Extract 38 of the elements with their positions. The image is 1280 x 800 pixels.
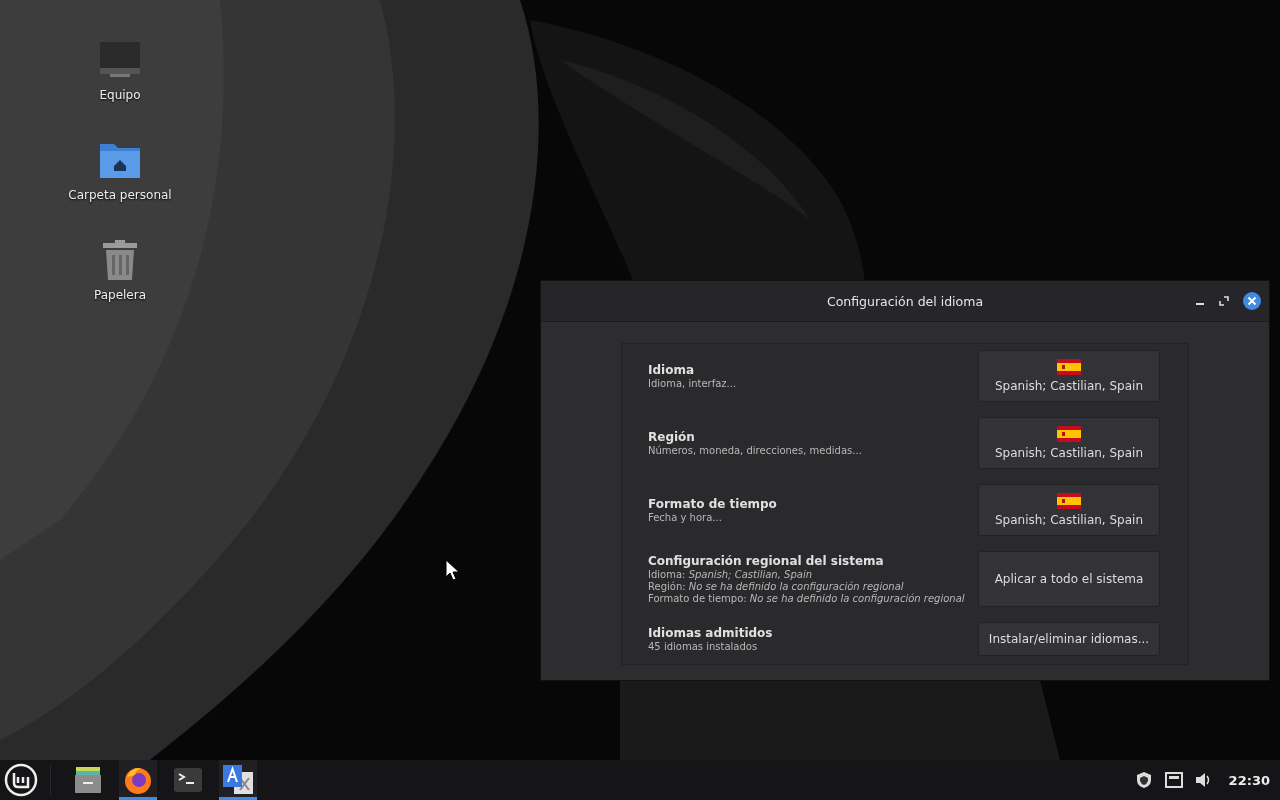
desktop-icon-label[interactable]: Equipo bbox=[99, 88, 141, 102]
monitor-icon[interactable] bbox=[98, 40, 142, 80]
setting-button[interactable]: Instalar/eliminar idiomas... bbox=[978, 622, 1160, 656]
flag-icon bbox=[1057, 359, 1081, 375]
setting-description: Fecha y hora... bbox=[648, 512, 723, 523]
translate-icon bbox=[222, 764, 254, 796]
setting-description: Idioma: Spanish; Castilian, Spain bbox=[648, 569, 813, 580]
shield-icon[interactable] bbox=[1134, 771, 1153, 789]
file-cabinet-icon bbox=[73, 765, 103, 795]
setting-title: Región bbox=[648, 430, 696, 444]
maximize-icon[interactable] bbox=[1219, 296, 1229, 306]
taskbar-app[interactable] bbox=[219, 760, 257, 800]
setting-description: Región: No se ha definido la configuración regional bbox=[648, 581, 905, 592]
taskbar-app[interactable] bbox=[119, 760, 157, 800]
terminal-icon bbox=[173, 765, 203, 795]
flag-icon bbox=[1057, 493, 1081, 509]
close-icon[interactable] bbox=[1243, 292, 1261, 310]
flag-icon bbox=[1057, 426, 1081, 442]
setting-description: Idioma, interfaz... bbox=[648, 378, 737, 389]
setting-description: Formato de tiempo: No se ha definido la configuración regional bbox=[648, 593, 965, 604]
setting-description: Números, moneda, direcciones, medidas... bbox=[648, 445, 862, 456]
desktop-icon-label[interactable]: Carpeta personal bbox=[68, 188, 172, 202]
setting-button[interactable]: Spanish; Castilian, Spain bbox=[978, 417, 1160, 469]
setting-button[interactable]: Spanish; Castilian, Spain bbox=[978, 484, 1160, 536]
setting-title: Formato de tiempo bbox=[648, 497, 777, 511]
menu-icon[interactable] bbox=[4, 763, 38, 797]
desktop-icon-label[interactable]: Papelera bbox=[93, 288, 147, 302]
setting-title: Idiomas admitidos bbox=[648, 626, 773, 640]
setting-button[interactable]: Spanish; Castilian, Spain bbox=[978, 350, 1160, 402]
setting-description: 45 idiomas instalados bbox=[648, 641, 759, 652]
cursor-icon bbox=[445, 559, 461, 581]
setting-button[interactable]: Aplicar a todo el sistema bbox=[978, 551, 1160, 607]
network-icon[interactable] bbox=[1164, 772, 1183, 788]
window-title: Configuración del idioma bbox=[826, 293, 984, 309]
fox-globe-icon bbox=[123, 765, 153, 795]
clock[interactable]: 22:30 bbox=[1228, 772, 1270, 788]
setting-title: Idioma bbox=[648, 363, 695, 377]
setting-title: Configuración regional del sistema bbox=[648, 554, 885, 568]
